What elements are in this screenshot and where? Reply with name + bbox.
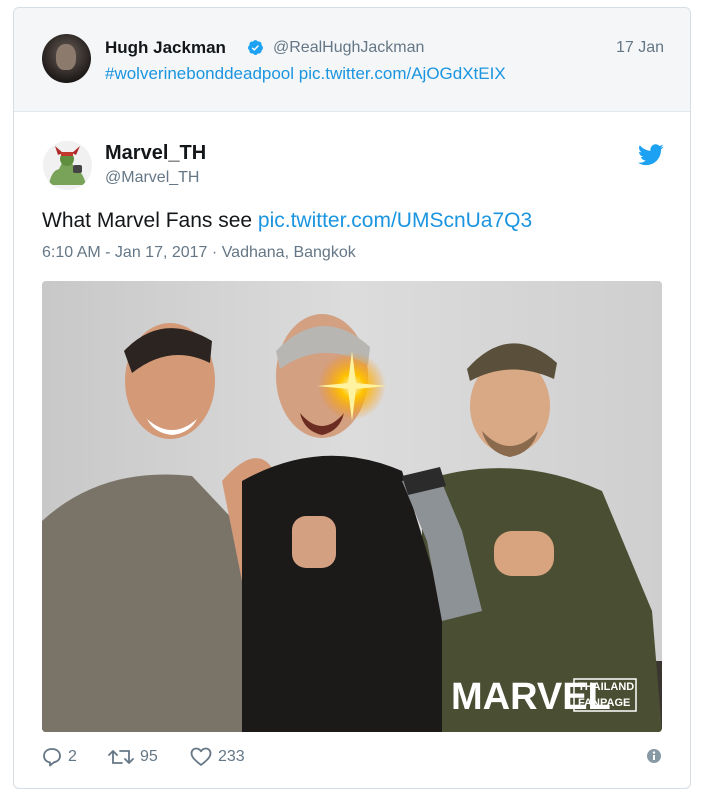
- marvel-logo-sub1: THAILAND: [578, 681, 634, 693]
- tweet-timestamp[interactable]: 6:10 AM - Jan 17, 2017: [42, 244, 207, 261]
- reply-action[interactable]: 2: [42, 745, 77, 769]
- avatar-hugh-jackman[interactable]: [42, 34, 91, 83]
- quoted-date[interactable]: 17 Jan: [616, 39, 664, 57]
- tweet-meta: 6:10 AM - Jan 17, 2017 · Vadhana, Bangko…: [42, 244, 356, 262]
- marvel-logo-sub2: FANPAGE: [578, 697, 630, 709]
- quoted-author-handle[interactable]: @RealHughJackman: [273, 39, 424, 57]
- tweet-photo[interactable]: MARVEL THAILAND FANPAGE: [42, 281, 662, 732]
- twitter-bird-icon[interactable]: [638, 144, 664, 166]
- tweet-author-name[interactable]: Marvel_TH: [105, 142, 206, 165]
- quoted-tweet-text: #wolverinebonddeadpool pic.twitter.com/A…: [105, 64, 506, 84]
- avatar-marvel-th[interactable]: [43, 141, 92, 190]
- verified-badge-icon: [248, 40, 263, 55]
- quoted-tweet-header[interactable]: Hugh Jackman @RealHughJackman 17 Jan #wo…: [14, 8, 690, 112]
- tweet-text: What Marvel Fans see pic.twitter.com/UMS…: [42, 209, 532, 233]
- retweet-icon[interactable]: [108, 747, 134, 767]
- info-icon[interactable]: [646, 748, 662, 764]
- quoted-author-name[interactable]: Hugh Jackman: [105, 38, 226, 58]
- hashtag-link[interactable]: #wolverinebonddeadpool: [105, 64, 294, 83]
- meta-separator: ·: [211, 244, 218, 261]
- like-action[interactable]: 233: [190, 745, 245, 769]
- reply-icon[interactable]: [42, 747, 62, 767]
- reply-count: 2: [68, 748, 77, 765]
- like-count: 233: [218, 748, 245, 765]
- quoted-media-link[interactable]: pic.twitter.com/AjOGdXtEIX: [299, 64, 506, 83]
- retweet-count: 95: [140, 748, 158, 765]
- tweet-location[interactable]: Vadhana, Bangkok: [222, 244, 356, 261]
- tweet-author-handle[interactable]: @Marvel_TH: [105, 169, 199, 187]
- retweet-action[interactable]: 95: [108, 745, 158, 769]
- tweet-media-link[interactable]: pic.twitter.com/UMScnUa7Q3: [258, 209, 532, 232]
- embedded-tweet-card: Hugh Jackman @RealHughJackman 17 Jan #wo…: [13, 7, 691, 789]
- photo-illustration: MARVEL THAILAND FANPAGE: [42, 281, 662, 732]
- like-icon[interactable]: [190, 747, 212, 767]
- tweet-text-body: What Marvel Fans see: [42, 209, 253, 232]
- tweet-actions: 2 95 233: [42, 745, 662, 769]
